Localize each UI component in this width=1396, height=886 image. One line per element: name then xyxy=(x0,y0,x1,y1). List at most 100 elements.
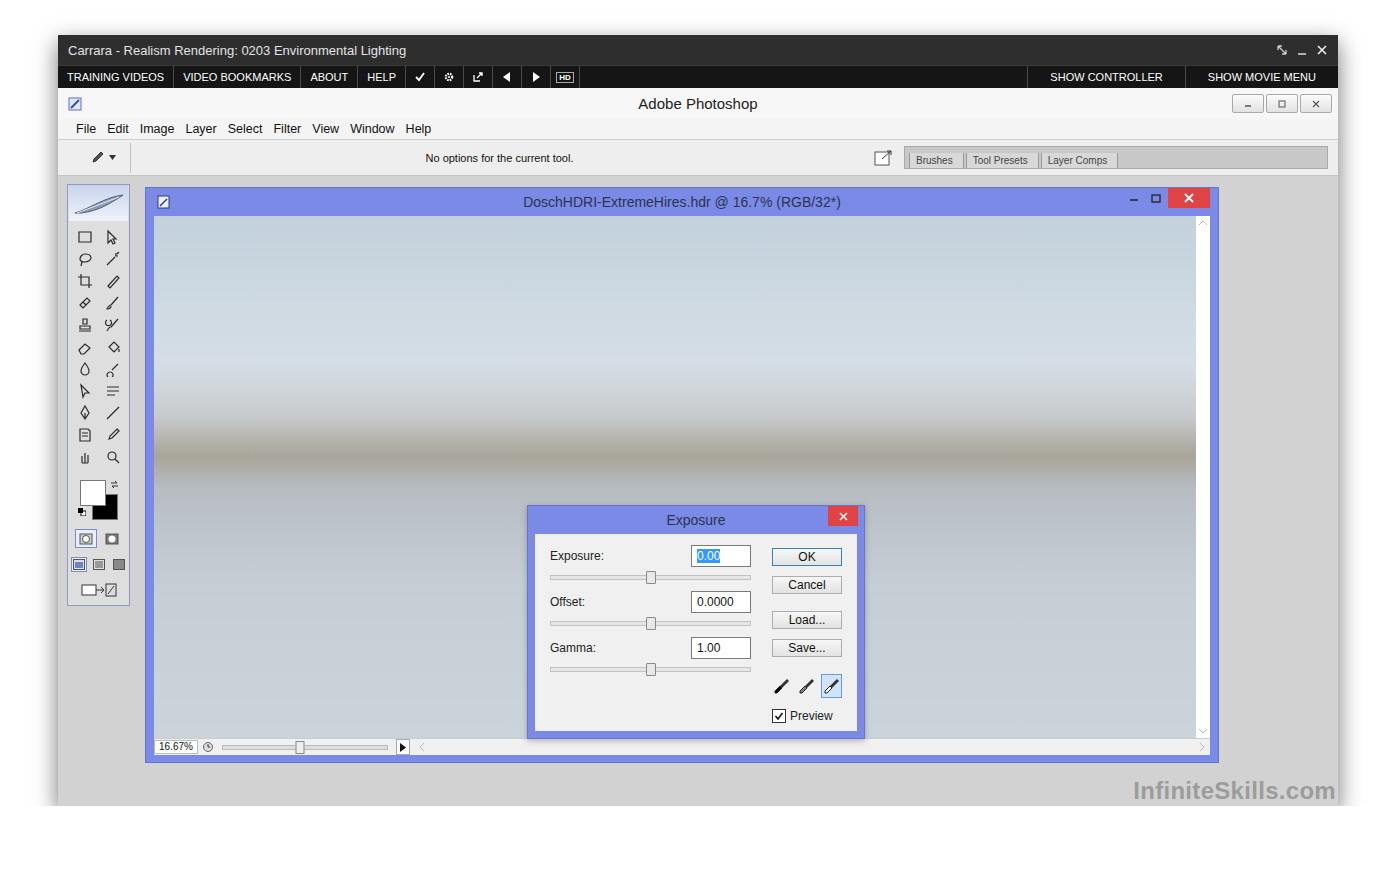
tool-button[interactable] xyxy=(73,425,97,444)
next-button[interactable] xyxy=(522,66,551,88)
shrink-icon[interactable] xyxy=(1276,44,1288,56)
tool-button[interactable] xyxy=(73,447,97,466)
menu-item[interactable]: View xyxy=(312,122,339,136)
tool-button[interactable] xyxy=(73,337,97,356)
tool-button[interactable] xyxy=(73,315,97,334)
eyedropper-button[interactable] xyxy=(772,674,793,698)
navigator-icon[interactable] xyxy=(202,741,214,753)
slider-thumb[interactable] xyxy=(646,663,656,676)
player-right-menu-item[interactable]: SHOW CONTROLLER xyxy=(1027,66,1184,88)
menu-item[interactable]: Filter xyxy=(273,122,301,136)
tool-button[interactable] xyxy=(101,425,125,444)
dialog-title-bar[interactable]: Exposure xyxy=(535,506,857,534)
default-colors-icon[interactable] xyxy=(78,508,86,516)
foreground-color-swatch[interactable] xyxy=(80,480,106,506)
jump-to-imageready-button[interactable] xyxy=(79,581,119,599)
hd-button[interactable]: HD xyxy=(551,66,580,88)
close-icon[interactable] xyxy=(1316,44,1328,56)
vertical-scrollbar[interactable] xyxy=(1196,216,1210,738)
tool-button[interactable] xyxy=(101,227,125,246)
zoom-slider[interactable] xyxy=(222,745,388,750)
document-title-bar[interactable]: DoschHDRI-ExtremeHires.hdr @ 16.7% (RGB/… xyxy=(154,188,1210,216)
tool-button[interactable] xyxy=(101,447,125,466)
menu-item[interactable]: Window xyxy=(350,122,394,136)
player-right-menu-item[interactable]: SHOW MOVIE MENU xyxy=(1185,66,1338,88)
minimize-icon[interactable] xyxy=(1296,44,1308,56)
toolbox-header[interactable] xyxy=(69,185,128,221)
horizontal-scrollbar[interactable] xyxy=(414,742,1210,752)
quick-mask-button[interactable] xyxy=(101,529,123,548)
menu-item[interactable]: Layer xyxy=(185,122,216,136)
preview-checkbox[interactable]: Preview xyxy=(772,709,842,723)
menu-item[interactable]: File xyxy=(76,122,96,136)
close-button[interactable] xyxy=(1168,188,1210,208)
full-screen-menu-button[interactable] xyxy=(91,557,107,572)
menu-item[interactable]: Select xyxy=(228,122,263,136)
tool-button[interactable] xyxy=(101,403,125,422)
swap-colors-icon[interactable] xyxy=(110,480,119,489)
fullscreen-button[interactable] xyxy=(464,66,493,88)
maximize-icon[interactable] xyxy=(1146,192,1166,206)
close-button[interactable] xyxy=(1300,94,1332,113)
dialog-button[interactable]: OK xyxy=(772,548,842,566)
palette-well-icon[interactable] xyxy=(874,149,894,167)
standard-mode-button[interactable] xyxy=(75,529,97,548)
tool-button[interactable] xyxy=(73,381,97,400)
scroll-right-icon[interactable] xyxy=(1198,742,1206,752)
field-slider[interactable] xyxy=(550,667,751,672)
palette-tab[interactable]: Layer Comps xyxy=(1041,153,1118,168)
dialog-button[interactable]: Save... xyxy=(772,639,842,657)
tool-button[interactable] xyxy=(73,403,97,422)
status-menu-button[interactable] xyxy=(396,739,410,755)
eyedropper-button[interactable] xyxy=(797,674,818,698)
tool-button[interactable] xyxy=(73,249,97,268)
restore-button[interactable] xyxy=(1266,94,1298,113)
close-button[interactable] xyxy=(828,506,858,526)
full-screen-button[interactable] xyxy=(111,557,127,572)
check-button[interactable] xyxy=(406,66,435,88)
tool-button[interactable] xyxy=(101,337,125,356)
tool-button[interactable] xyxy=(101,271,125,290)
scroll-up-icon[interactable] xyxy=(1198,219,1208,227)
menu-item[interactable]: Image xyxy=(140,122,175,136)
zoom-slider-thumb[interactable] xyxy=(296,741,305,754)
tool-preset-picker[interactable] xyxy=(74,143,131,173)
dialog-button[interactable]: Cancel xyxy=(772,576,842,594)
tool-button[interactable] xyxy=(73,271,97,290)
minimize-icon[interactable] xyxy=(1124,192,1144,206)
field-input[interactable]: 0.0000 xyxy=(691,591,751,613)
palette-tab[interactable]: Tool Presets xyxy=(966,153,1039,168)
field-input[interactable]: 1.00 xyxy=(691,637,751,659)
slider-thumb[interactable] xyxy=(646,571,656,584)
field-slider[interactable] xyxy=(550,575,751,580)
slider-thumb[interactable] xyxy=(646,617,656,630)
tool-button[interactable] xyxy=(101,249,125,268)
eyedropper-button[interactable] xyxy=(821,674,842,698)
clone-stamp-icon xyxy=(77,317,93,333)
player-menu-item[interactable]: TRAINING VIDEOS xyxy=(58,66,174,88)
tool-button[interactable] xyxy=(73,359,97,378)
player-menu-item[interactable]: VIDEO BOOKMARKS xyxy=(174,66,301,88)
player-menu-item[interactable]: HELP xyxy=(358,66,406,88)
tool-button[interactable] xyxy=(73,293,97,312)
tool-button[interactable] xyxy=(101,293,125,312)
standard-screen-button[interactable] xyxy=(71,557,87,572)
scroll-left-icon[interactable] xyxy=(418,742,426,752)
player-menu-item[interactable]: ABOUT xyxy=(301,66,358,88)
tool-button[interactable] xyxy=(101,315,125,334)
field-slider[interactable] xyxy=(550,621,751,626)
menu-item[interactable]: Help xyxy=(406,122,432,136)
palette-tab[interactable]: Brushes xyxy=(909,153,964,168)
tool-button[interactable] xyxy=(101,381,125,400)
dialog-button[interactable]: Load... xyxy=(772,611,842,629)
minimize-button[interactable] xyxy=(1232,94,1264,113)
field-input[interactable]: 0.00 xyxy=(691,545,751,567)
settings-button[interactable] xyxy=(435,66,464,88)
zoom-level[interactable]: 16.67% xyxy=(154,740,198,754)
scroll-down-icon[interactable] xyxy=(1198,727,1208,735)
previous-button[interactable] xyxy=(493,66,522,88)
checkbox[interactable] xyxy=(772,709,786,723)
tool-button[interactable] xyxy=(101,359,125,378)
tool-button[interactable] xyxy=(73,227,97,246)
menu-item[interactable]: Edit xyxy=(107,122,129,136)
